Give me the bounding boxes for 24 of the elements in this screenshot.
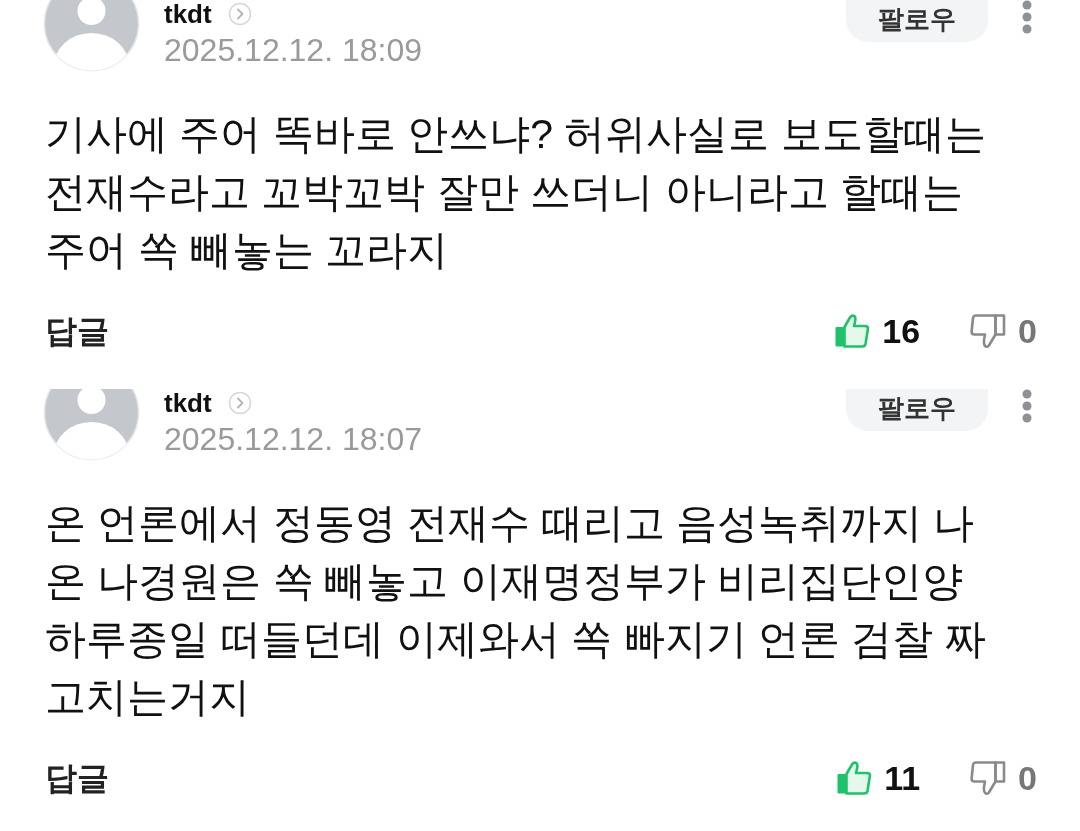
reply-button[interactable]: 답글 xyxy=(43,307,109,355)
more-options-icon[interactable] xyxy=(1022,389,1032,423)
avatar-icon xyxy=(43,0,140,72)
comment-date: 2025.12.12. 18:07 xyxy=(164,420,423,458)
more-options-icon[interactable] xyxy=(1022,0,1032,34)
author-name[interactable]: tkdt xyxy=(164,0,212,28)
author-name[interactable]: tkdt xyxy=(164,389,212,417)
follow-button[interactable]: 팔로우 xyxy=(846,389,988,431)
thumbs-up-icon xyxy=(834,313,871,349)
thumbs-down-icon xyxy=(970,760,1007,796)
dislike-button[interactable]: 0 xyxy=(970,305,1037,357)
follow-button[interactable]: 팔로우 xyxy=(846,0,988,42)
thumbs-down-icon xyxy=(970,313,1007,349)
like-button[interactable]: 11 xyxy=(836,752,921,804)
dislike-button[interactable]: 0 xyxy=(970,752,1037,804)
comment-text: 기사에 주어 똑바로 안쓰냐? 허위사실로 보도할때는 전재수라고 꼬박꼬박 잘만 쓰더니 아니라고 할때는 주어 쏙 빼놓는 꼬라지 xyxy=(45,110,987,275)
reply-button[interactable]: 답글 xyxy=(43,754,109,802)
avatar-icon xyxy=(43,389,140,461)
thumbs-up-icon xyxy=(836,760,873,796)
comment-text: 온 언론에서 정동영 전재수 때리고 음성녹취까지 나온 나경원은 쏙 빼놓고 이재명정부가 비리집단인양 하루종일 떠들던데 이제와서 쏙 빠지기 언론 검찰 짜고치는거지 xyxy=(45,499,987,722)
chevron-circle-icon[interactable] xyxy=(227,391,252,415)
chevron-circle-icon[interactable] xyxy=(227,2,252,26)
comment-date: 2025.12.12. 18:09 xyxy=(164,31,423,69)
like-button[interactable]: 16 xyxy=(834,305,921,357)
